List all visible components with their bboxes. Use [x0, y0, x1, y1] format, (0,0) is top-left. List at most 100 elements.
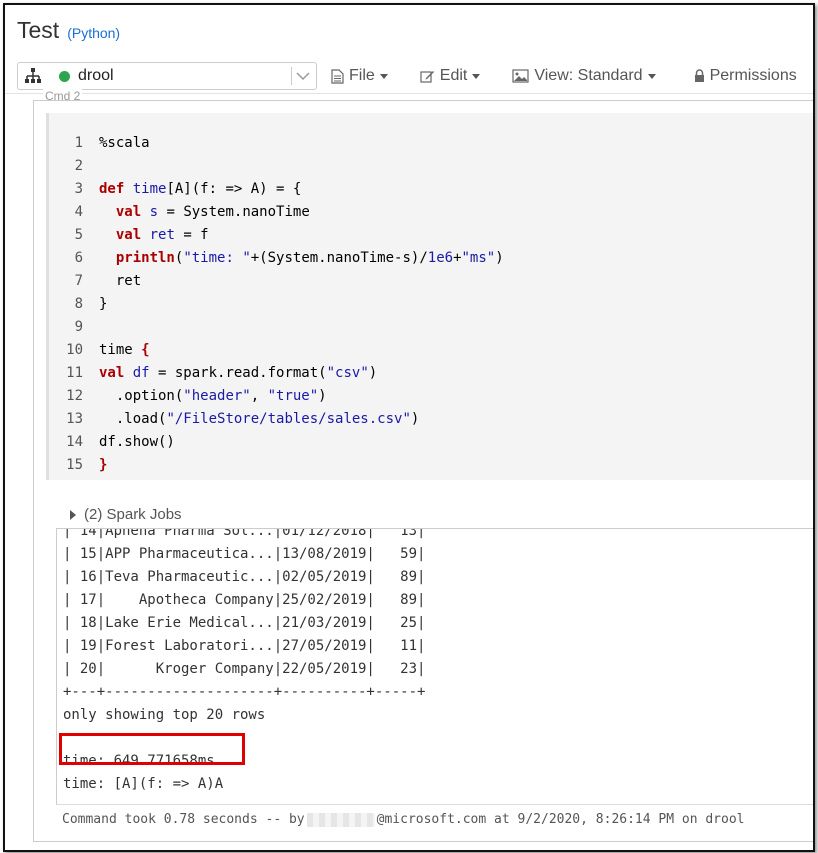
- code-line: .load("/FileStore/tables/sales.csv"): [99, 408, 504, 431]
- code-token: %scala: [99, 135, 150, 151]
- code-token: [A](f: => A) = {: [166, 181, 302, 197]
- output-line: | 20| Kroger Company|22/05/2019| 23|: [63, 661, 426, 677]
- line-number: 2: [74, 158, 83, 174]
- notebook-header: Test (Python): [17, 17, 120, 49]
- code-line: val df = spark.read.format("csv"): [99, 362, 504, 385]
- code-token: ): [368, 365, 378, 381]
- view-menu-button[interactable]: View: Standard: [512, 67, 656, 85]
- code-token: ,: [250, 388, 268, 404]
- lock-icon: [694, 69, 704, 82]
- code-token: .option(: [99, 388, 184, 404]
- file-caret-icon: [379, 73, 388, 79]
- code-content[interactable]: %scala def time[A](f: => A) = { val s = S…: [99, 132, 504, 477]
- line-number: 9: [74, 319, 83, 335]
- line-number: 14: [66, 434, 83, 450]
- code-line: }: [99, 293, 504, 316]
- code-token: +(System.nanoTime-s)/: [250, 250, 428, 266]
- code-line: def time[A](f: => A) = {: [99, 178, 504, 201]
- expand-triangle-icon: [70, 509, 76, 520]
- output-line: only showing top 20 rows: [63, 707, 266, 723]
- spark-jobs-toggle[interactable]: (2) Spark Jobs: [70, 506, 182, 523]
- edit-menu-button[interactable]: Edit: [420, 67, 481, 85]
- command-footer: Command took 0.78 seconds -- by @microso…: [62, 812, 745, 827]
- line-number: 11: [66, 365, 83, 381]
- code-token: val: [115, 204, 142, 220]
- line-number: 6: [74, 250, 83, 266]
- footer-prefix: Command took 0.78 seconds -- by: [62, 812, 305, 827]
- output-line: | 14|Aphena Pharma Sol...|01/12/2018| 13…: [63, 528, 426, 539]
- edit-menu-label: Edit: [439, 67, 468, 84]
- code-line: println("time: "+(System.nanoTime-s)/1e6…: [99, 247, 504, 270]
- code-line: %scala: [99, 132, 504, 155]
- line-number: 13: [66, 411, 83, 427]
- code-token: time: [132, 181, 167, 197]
- output-text: | 14|Aphena Pharma Sol...|01/12/2018| 13…: [59, 528, 426, 796]
- permissions-button[interactable]: Permissions: [694, 67, 797, 85]
- file-menu-button[interactable]: File: [331, 67, 388, 85]
- notebook-title[interactable]: Test: [17, 17, 59, 44]
- line-number: 3: [74, 181, 83, 197]
- code-token: ): [318, 388, 327, 404]
- output-line: | 16|Teva Pharmaceutic...|02/05/2019| 89…: [63, 569, 426, 585]
- edit-caret-icon: [472, 73, 481, 79]
- code-token: ): [410, 411, 420, 427]
- spark-jobs-label: (2) Spark Jobs: [84, 506, 182, 523]
- line-number: 1: [74, 135, 83, 151]
- code-token: "time: ": [183, 250, 251, 266]
- line-number: 15: [66, 457, 83, 473]
- cluster-tree-icon: [25, 68, 41, 83]
- code-token: "true": [267, 388, 319, 404]
- cluster-dropdown-toggle[interactable]: [291, 67, 316, 85]
- code-line: }: [99, 454, 504, 477]
- code-token: println: [115, 250, 175, 266]
- output-line: | 18|Lake Erie Medical...|21/03/2019| 25…: [63, 615, 426, 631]
- cluster-status-dot: [59, 70, 70, 82]
- cluster-selector[interactable]: drool: [17, 62, 317, 90]
- permissions-label: Permissions: [709, 67, 797, 84]
- code-line: df.show(): [99, 431, 504, 454]
- output-line: time: [A](f: => A)A: [63, 776, 224, 792]
- file-menu-label: File: [349, 67, 375, 84]
- file-icon: [331, 68, 344, 84]
- output-line: | 17| Apotheca Company|25/02/2019| 89|: [63, 592, 426, 608]
- code-token: "header": [183, 388, 251, 404]
- timing-highlight-box: [59, 733, 245, 765]
- code-token: df.show(): [99, 434, 175, 450]
- code-line: time {: [99, 339, 504, 362]
- notebook-cell[interactable]: 1 2 3 4 5 6 7 8 9 10 11 12 13 14 15 %scala def time[A](…: [33, 100, 813, 842]
- output-line: | 15|APP Pharmaceutica...|13/08/2019| 59…: [63, 546, 426, 562]
- code-token: "/FileStore/tables/sales.csv": [166, 411, 411, 427]
- line-number: 12: [66, 388, 83, 404]
- code-token: }: [99, 296, 108, 312]
- code-token: .load(: [99, 411, 167, 427]
- code-token: = System.nanoTime: [158, 204, 310, 220]
- output-line: +---+--------------------+----------+---…: [63, 684, 426, 700]
- edit-icon: [420, 70, 434, 83]
- chevron-down-icon: [296, 72, 310, 81]
- code-token: "ms": [461, 250, 496, 266]
- toolbar-divider: [5, 93, 813, 94]
- code-token: "csv": [326, 365, 369, 381]
- code-token: s: [149, 204, 159, 220]
- cell-output[interactable]: | 14|Aphena Pharma Sol...|01/12/2018| 13…: [56, 528, 813, 805]
- notebook-language[interactable]: (Python): [67, 25, 120, 41]
- cluster-name: drool: [78, 67, 114, 84]
- footer-suffix: @microsoft.com at 9/2/2020, 8:26:14 PM o…: [376, 812, 745, 827]
- code-editor[interactable]: 1 2 3 4 5 6 7 8 9 10 11 12 13 14 15 %scala def time[A](…: [46, 113, 813, 480]
- line-number: 5: [74, 227, 83, 243]
- code-token: = spark.read.format(: [149, 365, 327, 381]
- line-number: 7: [74, 273, 83, 289]
- image-icon: [512, 69, 529, 83]
- notebook-window: Test (Python) drool File Edit View: Stan…: [3, 3, 815, 852]
- code-token: ret: [149, 227, 175, 243]
- code-token: }: [99, 457, 108, 473]
